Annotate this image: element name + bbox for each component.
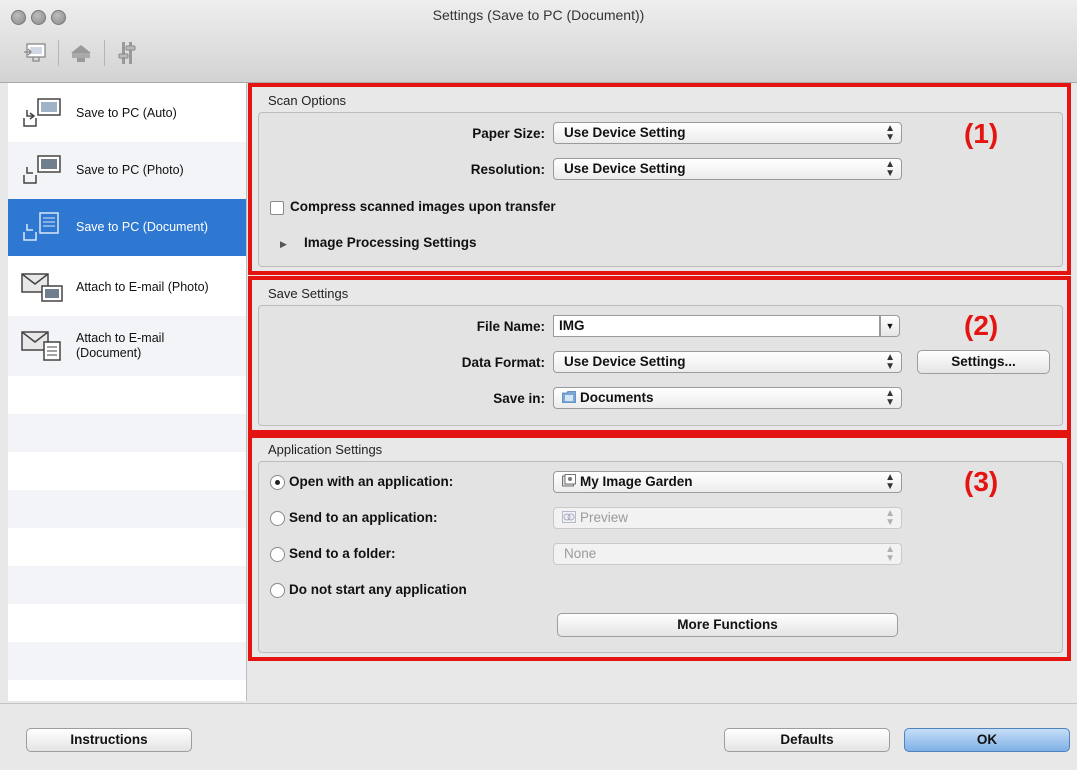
sidebar-empty-row	[8, 414, 246, 452]
data-format-label: Data Format:	[461, 355, 545, 370]
open-with-application-label: Open with an application:	[289, 474, 454, 489]
email-photo-icon	[21, 272, 63, 302]
folder-icon	[561, 390, 577, 404]
sidebar-item-label: Attach to E-mail (Photo)	[76, 280, 209, 294]
sidebar-item-label: Save to PC (Auto)	[76, 106, 177, 120]
settings-window: Settings (Save to PC (Document)) Save to…	[0, 0, 1077, 770]
title-bar: Settings (Save to PC (Document))	[0, 0, 1077, 83]
file-name-value: IMG	[559, 318, 585, 333]
popup-arrows-icon: ▲ ▼	[885, 544, 895, 564]
save-in-value: Documents	[580, 390, 654, 405]
section-marker-3: (3)	[964, 466, 999, 497]
file-name-dropdown-button[interactable]: ▼	[880, 315, 900, 337]
paper-size-popup[interactable]: Use Device Setting ▲ ▼	[553, 122, 902, 144]
sidebar-item-save-to-pc-auto[interactable]: Save to PC (Auto)	[8, 85, 246, 142]
sidebar-item-attach-email-photo[interactable]: Attach to E-mail (Photo)	[8, 259, 246, 316]
data-format-value: Use Device Setting	[564, 354, 686, 369]
paper-size-value: Use Device Setting	[564, 125, 686, 140]
image-processing-settings-toggle[interactable]: Image Processing Settings	[304, 235, 477, 250]
compress-checkbox[interactable]	[270, 201, 284, 215]
email-document-icon	[21, 331, 61, 361]
popup-arrows-icon: ▲ ▼	[885, 123, 895, 143]
sidebar-empty-row	[8, 604, 246, 642]
send-to-folder-label: Send to a folder:	[289, 546, 396, 561]
save-to-pc-photo-icon	[23, 154, 61, 184]
open-with-application-radio[interactable]	[270, 475, 285, 490]
do-not-start-application-label: Do not start any application	[289, 582, 467, 597]
settings-button[interactable]: Settings...	[917, 350, 1050, 374]
footer-bar: Instructions Defaults OK	[0, 703, 1077, 770]
resolution-label: Resolution:	[470, 162, 545, 177]
paper-size-label: Paper Size:	[472, 126, 545, 141]
send-to-application-radio[interactable]	[270, 511, 285, 526]
file-name-field[interactable]: IMG	[553, 315, 880, 337]
popup-arrows-icon: ▲ ▼	[885, 472, 895, 492]
popup-arrows-icon: ▲ ▼	[885, 388, 895, 408]
sidebar-item-label: Save to PC (Document)	[76, 220, 208, 234]
sidebar-empty-row	[8, 490, 246, 528]
sidebar-item-attach-email-document[interactable]: Attach to E-mail (Document)	[8, 316, 246, 376]
open-with-application-popup[interactable]: My Image Garden ▲ ▼	[553, 471, 902, 493]
sidebar-item-label: Save to PC (Photo)	[76, 163, 184, 177]
save-settings-title: Save Settings	[268, 286, 349, 301]
sidebar-item-label-line2: (Document)	[76, 346, 142, 360]
save-to-pc-icon	[23, 97, 61, 127]
section-marker-1: (1)	[964, 118, 999, 149]
send-to-application-value: Preview	[580, 510, 629, 525]
sidebar-empty-row	[8, 452, 246, 490]
sidebar-empty-row	[8, 376, 246, 414]
save-in-label: Save in:	[493, 391, 545, 406]
send-to-folder-popup[interactable]: None ▲ ▼	[553, 543, 902, 565]
popup-arrows-icon: ▲ ▼	[885, 159, 895, 179]
popup-arrows-icon: ▲ ▼	[885, 508, 895, 528]
application-settings-title: Application Settings	[268, 442, 383, 457]
sidebar-empty-row	[8, 566, 246, 604]
preview-app-icon	[562, 511, 576, 523]
data-format-popup[interactable]: Use Device Setting ▲ ▼	[553, 351, 902, 373]
toolbar-separator	[58, 40, 59, 66]
sidebar-empty-row	[8, 642, 246, 680]
section-marker-2: (2)	[964, 310, 999, 341]
send-to-application-popup[interactable]: Preview ▲ ▼	[553, 507, 902, 529]
instructions-button[interactable]: Instructions	[26, 728, 192, 752]
save-to-pc-document-icon	[23, 211, 59, 241]
resolution-value: Use Device Setting	[564, 161, 686, 176]
sidebar-item-save-to-pc-photo[interactable]: Save to PC (Photo)	[8, 142, 246, 199]
defaults-button[interactable]: Defaults	[724, 728, 890, 752]
sidebar: Save to PC (Auto) Save to PC (Photo) Sav…	[8, 83, 247, 701]
general-settings-tab-icon[interactable]	[112, 38, 142, 68]
sidebar-item-label: Attach to E-mail (Document)	[76, 331, 164, 361]
ok-button[interactable]: OK	[904, 728, 1070, 752]
save-in-popup[interactable]: Documents ▲ ▼	[553, 387, 902, 409]
scan-options-title: Scan Options	[268, 93, 347, 108]
disclosure-triangle-icon[interactable]: ▶	[280, 239, 287, 250]
send-to-application-label: Send to an application:	[289, 510, 438, 525]
do-not-start-application-radio[interactable]	[270, 583, 285, 598]
sidebar-item-label-line1: Attach to E-mail	[76, 331, 165, 345]
sidebar-empty-row	[8, 528, 246, 566]
file-name-label: File Name:	[476, 319, 545, 334]
send-to-folder-value: None	[564, 546, 597, 561]
send-to-folder-radio[interactable]	[270, 547, 285, 562]
compress-label: Compress scanned images upon transfer	[290, 199, 556, 214]
scan-from-panel-tab-icon[interactable]	[66, 38, 96, 68]
sidebar-item-save-to-pc-document[interactable]: Save to PC (Document)	[8, 199, 246, 256]
my-image-garden-icon	[562, 474, 576, 487]
open-with-application-value: My Image Garden	[580, 474, 693, 489]
window-title: Settings (Save to PC (Document))	[432, 7, 645, 23]
resolution-popup[interactable]: Use Device Setting ▲ ▼	[553, 158, 902, 180]
popup-arrows-icon: ▲ ▼	[885, 352, 895, 372]
scan-from-computer-tab-icon[interactable]	[22, 38, 52, 68]
more-functions-button[interactable]: More Functions	[557, 613, 898, 637]
toolbar-separator	[104, 40, 105, 66]
